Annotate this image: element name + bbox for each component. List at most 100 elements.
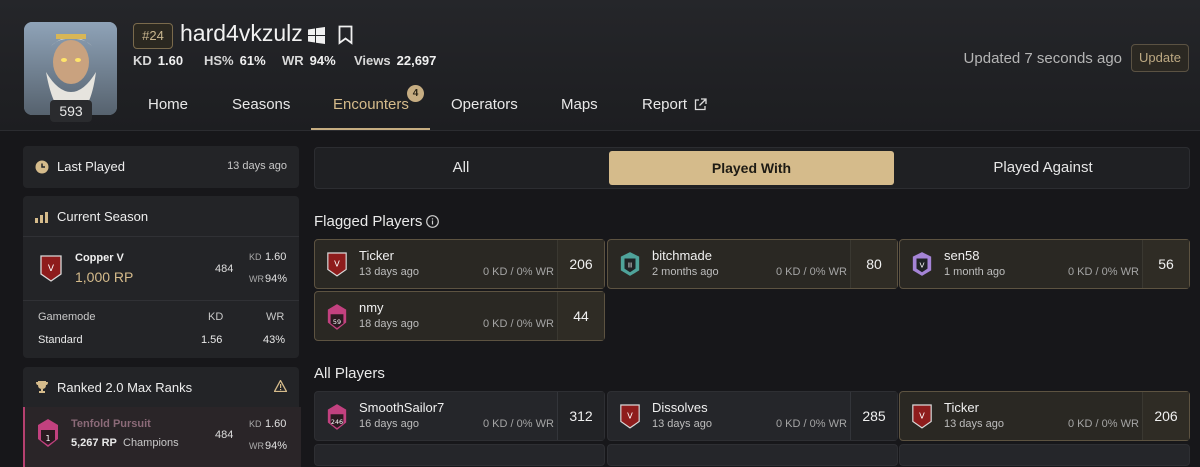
current-rank-rp: 1,000 RP <box>75 269 134 285</box>
player-card-partial[interactable] <box>314 444 605 466</box>
player-level: 593 <box>50 100 92 122</box>
player-card[interactable]: 59 nmy 18 days ago 0 KD / 0% WR 44 <box>314 291 605 341</box>
table-header-kd: KD <box>208 311 224 323</box>
svg-text:246: 246 <box>331 418 343 426</box>
encounter-filter-bar: All Played With Played Against <box>314 147 1190 189</box>
clock-icon <box>35 160 49 177</box>
svg-text:1: 1 <box>45 434 50 443</box>
gamemode-wr-cell: 43% <box>263 334 286 346</box>
rank-icon: V <box>619 403 641 429</box>
svg-text:V: V <box>919 261 924 270</box>
player-kd-wr: 0 KD / 0% WR <box>776 266 847 278</box>
tab-report[interactable]: Report <box>642 96 687 113</box>
current-season-title: Current Season <box>57 209 149 224</box>
external-link-icon[interactable] <box>694 98 707 114</box>
encounter-count: 44 <box>557 292 604 340</box>
active-tab-underline <box>311 128 430 130</box>
encounter-count: 206 <box>1142 392 1189 440</box>
svg-text:59: 59 <box>333 318 341 326</box>
svg-text:II: II <box>628 261 632 270</box>
last-encounter-time: 13 days ago <box>652 418 712 430</box>
max-ranks-panel: Ranked 2.0 Max Ranks 1 Tenfold Pursuit 5… <box>23 367 301 467</box>
last-encounter-time: 16 days ago <box>359 418 419 430</box>
updated-timestamp: Updated 7 seconds ago <box>963 50 1122 67</box>
player-card-partial[interactable] <box>607 444 898 466</box>
tab-seasons[interactable]: Seasons <box>232 96 290 113</box>
tab-maps[interactable]: Maps <box>561 96 598 113</box>
max-ranks-title: Ranked 2.0 Max Ranks <box>57 380 193 395</box>
player-kd-wr: 0 KD / 0% WR <box>1068 418 1139 430</box>
encounter-count: 206 <box>557 240 604 288</box>
current-season-kd: 1.60 <box>265 251 287 263</box>
player-card[interactable]: V Ticker 13 days ago 0 KD / 0% WR 206 <box>899 391 1190 441</box>
tab-encounters[interactable]: Encounters <box>333 96 409 113</box>
copper-rank-icon: V <box>39 254 63 285</box>
filter-all[interactable]: All <box>315 148 607 188</box>
kd-label: KD <box>249 419 262 429</box>
player-name: Ticker <box>944 400 979 415</box>
wr-label: WR <box>249 441 264 451</box>
windows-icon <box>308 27 325 47</box>
player-kd-wr: 0 KD / 0% WR <box>1068 266 1139 278</box>
update-button[interactable]: Update <box>1131 44 1189 72</box>
player-card-partial[interactable] <box>899 444 1190 466</box>
player-card[interactable]: II bitchmade 2 months ago 0 KD / 0% WR 80 <box>607 239 898 289</box>
player-name: Ticker <box>359 248 394 263</box>
rank-icon: V <box>911 251 933 277</box>
warning-icon[interactable] <box>273 379 288 395</box>
encounter-count: 80 <box>850 240 897 288</box>
rank-icon: 59 <box>326 303 348 330</box>
tab-operators[interactable]: Operators <box>451 96 518 113</box>
last-played-value: 13 days ago <box>227 160 287 172</box>
rank-icon: II <box>619 251 641 277</box>
last-encounter-time: 13 days ago <box>944 418 1004 430</box>
svg-text:V: V <box>627 411 633 421</box>
kd-label: KD <box>249 252 262 262</box>
player-kd-wr: 0 KD / 0% WR <box>776 418 847 430</box>
last-played-panel: Last Played 13 days ago <box>23 146 299 188</box>
player-kd-wr: 0 KD / 0% WR <box>483 318 554 330</box>
rank-icon: 246 <box>326 403 348 430</box>
divider <box>23 300 299 301</box>
rank-icon: V <box>326 251 348 277</box>
last-encounter-time: 2 months ago <box>652 266 719 278</box>
gamemode-cell: Standard <box>38 334 83 346</box>
max-rank-season: Tenfold Pursuit <box>71 418 151 430</box>
player-card[interactable]: V Dissolves 13 days ago 0 KD / 0% WR 285 <box>607 391 898 441</box>
last-encounter-time: 18 days ago <box>359 318 419 330</box>
current-season-matches: 484 <box>215 263 234 275</box>
champion-rank-icon: 1 <box>36 418 60 451</box>
max-rank-rp: 5,267 RP <box>71 437 117 449</box>
max-rank-name: Champions <box>123 437 179 449</box>
svg-text:V: V <box>48 264 55 274</box>
player-name: SmoothSailor7 <box>359 400 445 415</box>
filter-played-against[interactable]: Played Against <box>897 148 1189 188</box>
username: hard4vkzulz <box>180 20 303 46</box>
gamemode-kd-cell: 1.56 <box>201 334 223 346</box>
bookmark-icon[interactable] <box>338 25 353 48</box>
player-name: Dissolves <box>652 400 708 415</box>
info-icon[interactable] <box>426 215 439 231</box>
current-season-wr: 94% <box>265 273 288 285</box>
last-played-label: Last Played <box>57 159 125 174</box>
player-card[interactable]: Vsen58 1 month ago 0 KD / 0% WR 56 <box>899 239 1190 289</box>
svg-text:V: V <box>334 259 340 269</box>
trophy-icon <box>35 380 49 397</box>
current-season-panel: Current Season V Copper V 1,000 RP 484 K… <box>23 196 299 358</box>
encounters-count-badge: 4 <box>407 85 424 102</box>
all-players-title: All Players <box>314 365 385 382</box>
player-name: bitchmade <box>652 248 712 263</box>
table-header-gamemode: Gamemode <box>38 311 96 323</box>
stat-wr: WR 94% <box>282 53 336 68</box>
stat-kd: KD 1.60 <box>133 53 184 68</box>
player-card[interactable]: V Ticker 13 days ago 0 KD / 0% WR 206 <box>314 239 605 289</box>
stat-views: Views 22,697 <box>354 53 437 68</box>
current-rank-name: Copper V <box>75 252 124 264</box>
encounter-count: 312 <box>557 392 604 440</box>
leaderboard-rank-badge: #24 <box>133 23 173 49</box>
player-name: sen58 <box>944 248 980 263</box>
filter-played-with[interactable]: Played With <box>609 151 894 185</box>
encounter-count: 285 <box>850 392 897 440</box>
player-card[interactable]: 246 SmoothSailor7 16 days ago 0 KD / 0% WR 3… <box>314 391 605 441</box>
tab-home[interactable]: Home <box>148 96 188 113</box>
